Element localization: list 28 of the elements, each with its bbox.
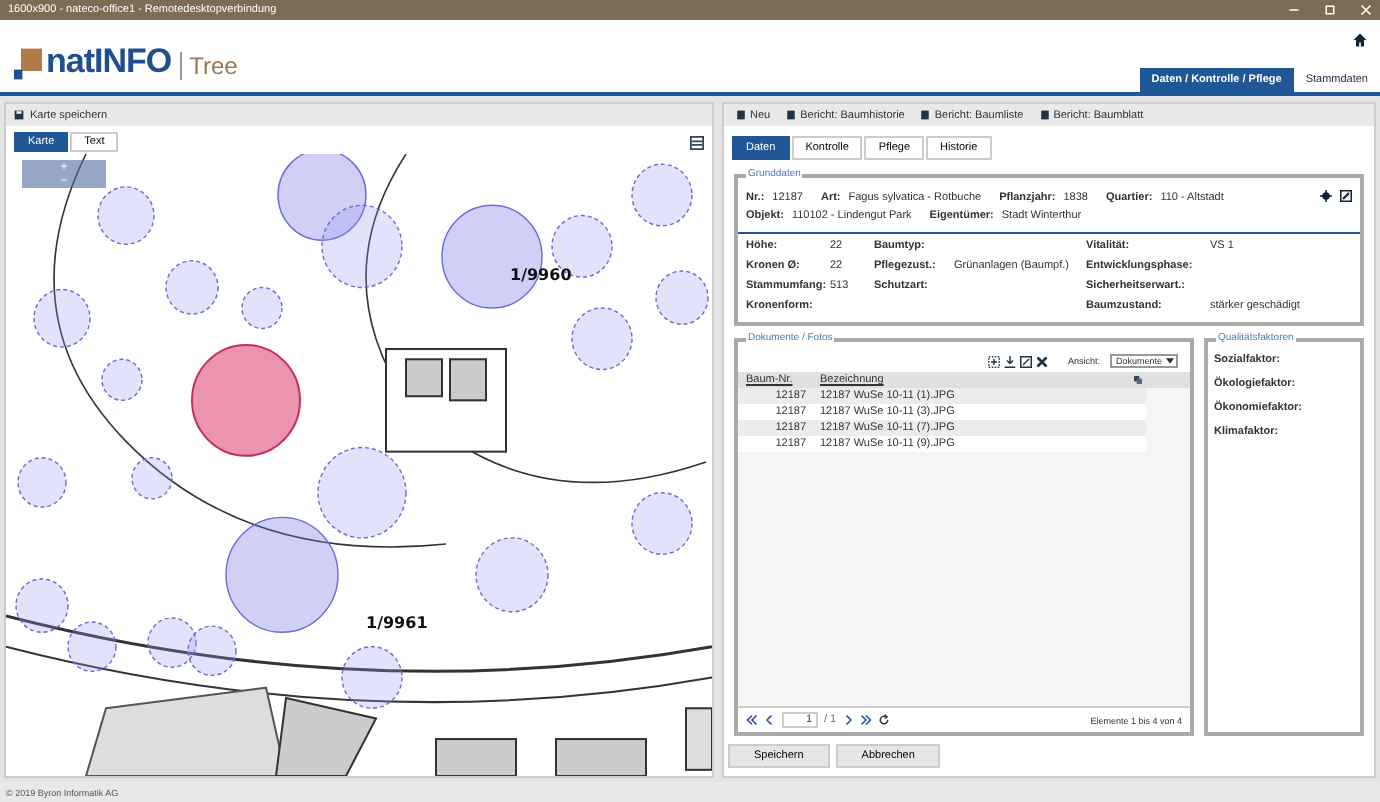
prev-page-icon[interactable] — [764, 714, 776, 726]
caret-icon — [1166, 358, 1174, 364]
delete-icon[interactable] — [1035, 355, 1048, 367]
first-page-icon[interactable] — [746, 714, 758, 726]
parcel-label: 1/9961 — [366, 614, 428, 632]
next-page-icon[interactable] — [842, 714, 855, 726]
download-icon[interactable] — [1003, 355, 1016, 367]
edit-icon[interactable] — [1019, 355, 1032, 367]
parcel-label: 1/9960 — [510, 266, 572, 284]
refresh-icon[interactable] — [878, 714, 891, 726]
minimize-icon[interactable] — [1288, 4, 1300, 16]
document-icon[interactable] — [786, 110, 797, 120]
save-icon[interactable] — [14, 110, 24, 120]
document-icon[interactable] — [736, 110, 746, 120]
locate-icon[interactable] — [1320, 190, 1332, 202]
logo-icon — [14, 48, 42, 80]
edit-icon[interactable] — [1340, 190, 1352, 202]
close-icon[interactable] — [1360, 4, 1372, 16]
copy-icon — [1134, 376, 1142, 384]
maximize-icon[interactable] — [1324, 4, 1336, 16]
last-page-icon[interactable] — [860, 714, 873, 726]
app-logo-text: natINFO — [46, 42, 172, 82]
home-icon[interactable] — [1352, 32, 1368, 48]
product-name: Tree — [179, 52, 238, 80]
document-icon[interactable] — [920, 110, 931, 120]
layers-icon[interactable] — [690, 135, 704, 149]
select-icon[interactable] — [987, 355, 1000, 367]
document-icon[interactable] — [1039, 110, 1050, 120]
